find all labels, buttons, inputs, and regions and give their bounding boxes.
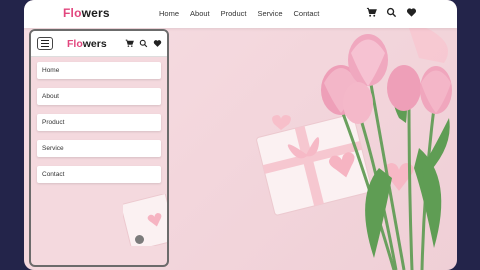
mobile-menu: Home About Product Service Contact — [37, 62, 161, 192]
nav-icons — [366, 7, 417, 18]
top-navbar: Flowers Home About Product Service Conta… — [24, 0, 457, 28]
cart-icon[interactable] — [125, 39, 134, 48]
nav-about[interactable]: About — [190, 9, 210, 18]
nav-contact[interactable]: Contact — [294, 9, 320, 18]
mobile-menu-product[interactable]: Product — [37, 114, 161, 131]
menu-icon[interactable] — [37, 37, 53, 50]
gift-decoration — [123, 194, 167, 246]
brand-logo[interactable]: Flowers — [63, 6, 110, 20]
mobile-menu-about[interactable]: About — [37, 88, 161, 105]
mobile-logo-rest: wers — [82, 38, 107, 50]
mobile-menu-home[interactable]: Home — [37, 62, 161, 79]
mobile-nav-icons — [125, 39, 162, 48]
nav-home[interactable]: Home — [159, 9, 179, 18]
mobile-preview: Flowers Home About Product Service Conta… — [29, 29, 169, 267]
search-icon[interactable] — [386, 7, 397, 18]
cart-icon[interactable] — [366, 7, 377, 18]
mobile-menu-service[interactable]: Service — [37, 140, 161, 157]
search-icon[interactable] — [139, 39, 148, 48]
brand-logo-accent: Flo — [63, 6, 82, 20]
mobile-header: Flowers — [31, 31, 167, 57]
heart-icon[interactable] — [153, 39, 162, 48]
scroll-indicator[interactable] — [135, 235, 144, 244]
desktop-page: Flowers Home About Product Service Conta… — [24, 0, 457, 270]
brand-logo-rest: wers — [81, 6, 110, 20]
mobile-brand-logo[interactable]: Flowers — [67, 38, 107, 50]
mobile-logo-accent: Flo — [67, 38, 83, 50]
heart-icon[interactable] — [406, 7, 417, 18]
main-nav: Home About Product Service Contact — [159, 9, 319, 18]
mobile-menu-contact[interactable]: Contact — [37, 166, 161, 183]
nav-service[interactable]: Service — [257, 9, 282, 18]
nav-product[interactable]: Product — [221, 9, 247, 18]
